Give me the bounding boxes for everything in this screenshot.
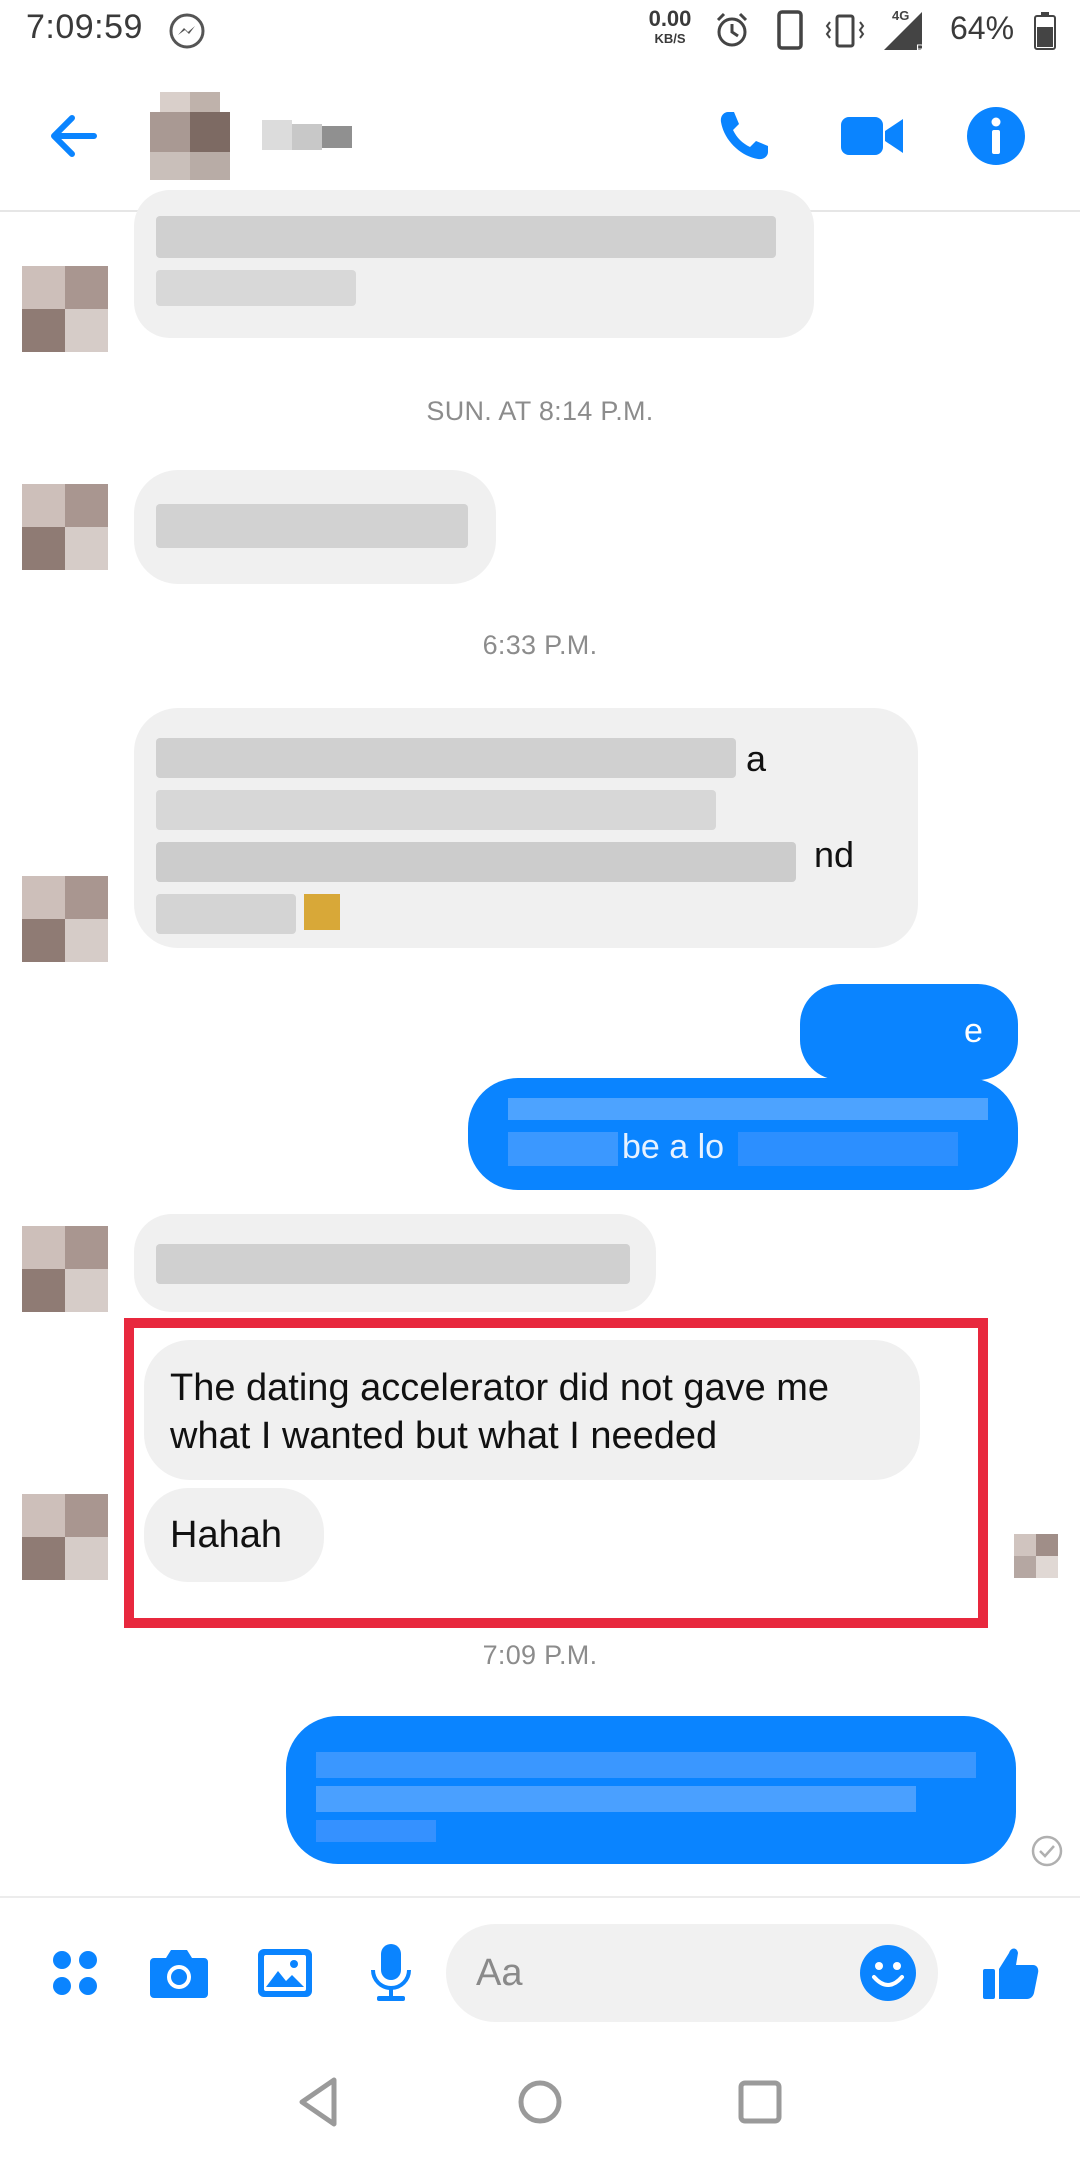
arrow-left-icon[interactable] — [44, 106, 104, 166]
read-receipt-avatar — [1014, 1534, 1058, 1578]
battery-icon — [1034, 12, 1056, 50]
message-composer: Aa — [0, 1896, 1080, 2046]
camera-icon — [150, 1950, 208, 1998]
message-bubble-incoming[interactable] — [134, 190, 814, 338]
info-icon — [967, 107, 1025, 165]
apps-icon — [53, 1951, 97, 1995]
messenger-notification-icon — [169, 13, 205, 49]
sender-avatar[interactable] — [22, 1494, 108, 1580]
alarm-icon — [716, 12, 748, 47]
microphone-icon — [371, 1944, 411, 2001]
sender-avatar[interactable] — [22, 266, 108, 352]
partial-text: nd — [814, 834, 855, 875]
message-text: The dating accelerator did not gave me w… — [170, 1367, 830, 1457]
message-input-placeholder: Aa — [476, 1952, 523, 1994]
message-input[interactable]: Aa — [446, 1924, 938, 2022]
apps-button[interactable] — [40, 1938, 110, 2008]
video-camera-icon — [841, 117, 903, 155]
message-bubble-incoming[interactable]: Hahah — [144, 1488, 324, 1582]
partial-text: be a lo — [622, 1128, 725, 1166]
sender-avatar[interactable] — [22, 484, 108, 570]
sender-avatar[interactable] — [22, 876, 108, 962]
gallery-button[interactable] — [250, 1938, 320, 2008]
message-bubble-outgoing[interactable] — [286, 1716, 1016, 1864]
message-bubble-incoming[interactable] — [134, 470, 496, 584]
info-button[interactable] — [960, 100, 1032, 172]
gallery-icon — [258, 1949, 312, 1997]
system-nav-bar — [0, 2046, 1080, 2160]
message-bubble-incoming[interactable]: a nd — [134, 708, 918, 948]
message-text: Hahah — [170, 1514, 282, 1556]
partial-text: e — [964, 1012, 983, 1050]
contact-name-redacted[interactable] — [262, 120, 352, 150]
status-bar: 7:09:59 0.00 KB/S 4G R 64% — [0, 0, 1080, 64]
phone-icon — [720, 112, 768, 160]
nav-back-icon[interactable] — [290, 2072, 350, 2132]
contact-avatar[interactable] — [150, 92, 242, 184]
timestamp: 6:33 P.M. — [482, 630, 598, 660]
timestamp: SUN. AT 8:14 P.M. — [426, 396, 654, 426]
nav-home-icon[interactable] — [510, 2072, 570, 2132]
phone-status-icon — [777, 10, 803, 50]
sent-check-icon — [1031, 1835, 1063, 1867]
message-bubble-outgoing[interactable]: e — [800, 984, 1018, 1080]
message-bubble-incoming[interactable]: The dating accelerator did not gave me w… — [144, 1340, 920, 1480]
message-bubble-outgoing[interactable]: be a lo — [468, 1078, 1018, 1190]
battery-percent: 64% — [950, 10, 1015, 46]
video-call-button[interactable] — [836, 100, 908, 172]
sender-avatar[interactable] — [22, 1226, 108, 1312]
emoji-icon[interactable] — [858, 1943, 918, 2003]
signal-icon: R — [884, 12, 925, 54]
nav-recents-icon[interactable] — [730, 2072, 790, 2132]
like-button[interactable] — [976, 1938, 1046, 2008]
voice-button[interactable] — [356, 1938, 426, 2008]
vibrate-icon — [825, 14, 865, 48]
partial-text: a — [746, 738, 767, 779]
timestamp: 7:09 P.M. — [482, 1640, 598, 1670]
camera-button[interactable] — [144, 1938, 214, 2008]
thumbs-up-icon — [983, 1948, 1039, 1999]
network-speed: 0.00 KB/S — [648, 6, 692, 46]
call-button[interactable] — [708, 100, 780, 172]
message-bubble-incoming[interactable] — [134, 1214, 656, 1312]
status-time: 7:09:59 — [26, 8, 143, 46]
svg-text:R: R — [916, 42, 925, 54]
